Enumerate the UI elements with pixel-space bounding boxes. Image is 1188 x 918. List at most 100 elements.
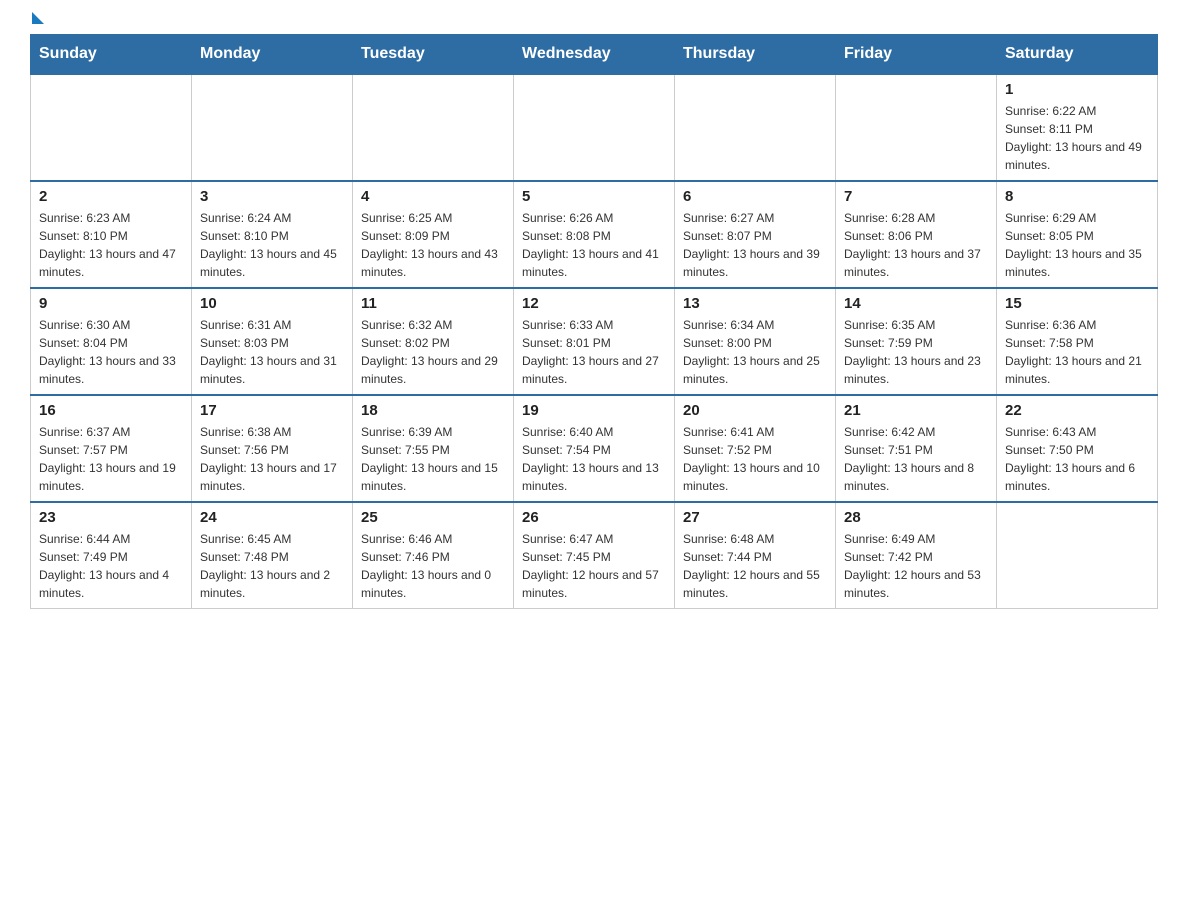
table-row: 2Sunrise: 6:23 AMSunset: 8:10 PMDaylight… [31, 181, 192, 288]
day-number: 4 [361, 188, 505, 205]
col-thursday: Thursday [675, 35, 836, 75]
table-row: 14 Sunrise: 6:35 AMSunset: 7:59 PMDayligh… [836, 288, 997, 395]
day-info: Sunrise: 6:34 AMSunset: 8:00 PMDaylight:… [683, 316, 827, 388]
table-row: 10Sunrise: 6:31 AMSunset: 8:03 PMDayligh… [192, 288, 353, 395]
calendar-header: Sunday Monday Tuesday Wednesday Thursday… [31, 35, 1158, 75]
table-row: 19 Sunrise: 6:40 AMSunset: 7:54 PMDayligh… [514, 395, 675, 502]
day-info: Sunrise: 6:37 AMSunset: 7:57 PMDaylight:… [39, 423, 183, 495]
day-info: Sunrise: 6:45 AMSunset: 7:48 PMDaylight:… [200, 530, 344, 602]
day-number: 7 [844, 188, 988, 205]
day-info: Sunrise: 6:44 AMSunset: 7:49 PMDaylight:… [39, 530, 183, 602]
calendar-table: Sunday Monday Tuesday Wednesday Thursday… [30, 34, 1158, 609]
day-info: Sunrise: 6:24 AMSunset: 8:10 PMDaylight:… [200, 209, 344, 281]
table-row: 27 Sunrise: 6:48 AMSunset: 7:44 PMDayligh… [675, 502, 836, 609]
table-row: 22 Sunrise: 6:43 AMSunset: 7:50 PMDayligh… [997, 395, 1158, 502]
table-row: 26 Sunrise: 6:47 AMSunset: 7:45 PMDayligh… [514, 502, 675, 609]
day-number: 12 [522, 295, 666, 312]
day-number: 5 [522, 188, 666, 205]
table-row: 4 Sunrise: 6:25 AMSunset: 8:09 PMDaylight… [353, 181, 514, 288]
day-number: 21 [844, 402, 988, 419]
day-info: Sunrise: 6:31 AMSunset: 8:03 PMDaylight:… [200, 316, 344, 388]
day-info: Sunrise: 6:48 AMSunset: 7:44 PMDaylight:… [683, 530, 827, 602]
col-sunday: Sunday [31, 35, 192, 75]
table-row: 28 Sunrise: 6:49 AMSunset: 7:42 PMDayligh… [836, 502, 997, 609]
table-row: 18 Sunrise: 6:39 AMSunset: 7:55 PMDayligh… [353, 395, 514, 502]
day-number: 13 [683, 295, 827, 312]
day-info: Sunrise: 6:22 AMSunset: 8:11 PMDaylight:… [1005, 102, 1149, 174]
table-row: 3 Sunrise: 6:24 AMSunset: 8:10 PMDaylight… [192, 181, 353, 288]
table-row [353, 74, 514, 181]
day-info: Sunrise: 6:40 AMSunset: 7:54 PMDaylight:… [522, 423, 666, 495]
calendar-week-row: 1 Sunrise: 6:22 AMSunset: 8:11 PMDaylight… [31, 74, 1158, 181]
day-number: 26 [522, 509, 666, 526]
calendar-week-row: 23 Sunrise: 6:44 AMSunset: 7:49 PMDayligh… [31, 502, 1158, 609]
table-row: 12 Sunrise: 6:33 AMSunset: 8:01 PMDayligh… [514, 288, 675, 395]
day-number: 1 [1005, 81, 1149, 98]
day-number: 14 [844, 295, 988, 312]
table-row [836, 74, 997, 181]
table-row [514, 74, 675, 181]
table-row: 7 Sunrise: 6:28 AMSunset: 8:06 PMDaylight… [836, 181, 997, 288]
day-info: Sunrise: 6:49 AMSunset: 7:42 PMDaylight:… [844, 530, 988, 602]
table-row: 5 Sunrise: 6:26 AMSunset: 8:08 PMDaylight… [514, 181, 675, 288]
day-number: 11 [361, 295, 505, 312]
table-row [675, 74, 836, 181]
calendar-week-row: 16 Sunrise: 6:37 AMSunset: 7:57 PMDayligh… [31, 395, 1158, 502]
table-row: 6 Sunrise: 6:27 AMSunset: 8:07 PMDaylight… [675, 181, 836, 288]
day-info: Sunrise: 6:36 AMSunset: 7:58 PMDaylight:… [1005, 316, 1149, 388]
table-row [192, 74, 353, 181]
table-row: 25 Sunrise: 6:46 AMSunset: 7:46 PMDayligh… [353, 502, 514, 609]
day-number: 19 [522, 402, 666, 419]
day-info: Sunrise: 6:33 AMSunset: 8:01 PMDaylight:… [522, 316, 666, 388]
col-monday: Monday [192, 35, 353, 75]
day-info: Sunrise: 6:27 AMSunset: 8:07 PMDaylight:… [683, 209, 827, 281]
table-row: 11Sunrise: 6:32 AMSunset: 8:02 PMDayligh… [353, 288, 514, 395]
day-number: 15 [1005, 295, 1149, 312]
col-wednesday: Wednesday [514, 35, 675, 75]
day-number: 16 [39, 402, 183, 419]
day-info: Sunrise: 6:29 AMSunset: 8:05 PMDaylight:… [1005, 209, 1149, 281]
day-info: Sunrise: 6:46 AMSunset: 7:46 PMDaylight:… [361, 530, 505, 602]
col-saturday: Saturday [997, 35, 1158, 75]
days-of-week-row: Sunday Monday Tuesday Wednesday Thursday… [31, 35, 1158, 75]
col-friday: Friday [836, 35, 997, 75]
logo [30, 20, 44, 24]
day-info: Sunrise: 6:25 AMSunset: 8:09 PMDaylight:… [361, 209, 505, 281]
day-number: 23 [39, 509, 183, 526]
day-number: 28 [844, 509, 988, 526]
day-number: 6 [683, 188, 827, 205]
day-info: Sunrise: 6:43 AMSunset: 7:50 PMDaylight:… [1005, 423, 1149, 495]
day-number: 3 [200, 188, 344, 205]
day-info: Sunrise: 6:38 AMSunset: 7:56 PMDaylight:… [200, 423, 344, 495]
day-number: 25 [361, 509, 505, 526]
col-tuesday: Tuesday [353, 35, 514, 75]
table-row: 1 Sunrise: 6:22 AMSunset: 8:11 PMDaylight… [997, 74, 1158, 181]
table-row: 24Sunrise: 6:45 AMSunset: 7:48 PMDayligh… [192, 502, 353, 609]
table-row: 23 Sunrise: 6:44 AMSunset: 7:49 PMDayligh… [31, 502, 192, 609]
day-info: Sunrise: 6:41 AMSunset: 7:52 PMDaylight:… [683, 423, 827, 495]
day-info: Sunrise: 6:35 AMSunset: 7:59 PMDaylight:… [844, 316, 988, 388]
table-row: 8Sunrise: 6:29 AMSunset: 8:05 PMDaylight… [997, 181, 1158, 288]
table-row: 17Sunrise: 6:38 AMSunset: 7:56 PMDayligh… [192, 395, 353, 502]
calendar-week-row: 2Sunrise: 6:23 AMSunset: 8:10 PMDaylight… [31, 181, 1158, 288]
day-number: 22 [1005, 402, 1149, 419]
day-info: Sunrise: 6:39 AMSunset: 7:55 PMDaylight:… [361, 423, 505, 495]
table-row: 21Sunrise: 6:42 AMSunset: 7:51 PMDayligh… [836, 395, 997, 502]
table-row: 15 Sunrise: 6:36 AMSunset: 7:58 PMDayligh… [997, 288, 1158, 395]
day-number: 2 [39, 188, 183, 205]
day-number: 18 [361, 402, 505, 419]
day-info: Sunrise: 6:30 AMSunset: 8:04 PMDaylight:… [39, 316, 183, 388]
day-info: Sunrise: 6:26 AMSunset: 8:08 PMDaylight:… [522, 209, 666, 281]
table-row: 13 Sunrise: 6:34 AMSunset: 8:00 PMDayligh… [675, 288, 836, 395]
calendar-body: 1 Sunrise: 6:22 AMSunset: 8:11 PMDaylight… [31, 74, 1158, 609]
logo-triangle-icon [32, 12, 44, 24]
day-number: 27 [683, 509, 827, 526]
table-row [31, 74, 192, 181]
day-number: 9 [39, 295, 183, 312]
day-number: 20 [683, 402, 827, 419]
table-row [997, 502, 1158, 609]
table-row: 9 Sunrise: 6:30 AMSunset: 8:04 PMDaylight… [31, 288, 192, 395]
day-info: Sunrise: 6:47 AMSunset: 7:45 PMDaylight:… [522, 530, 666, 602]
day-info: Sunrise: 6:28 AMSunset: 8:06 PMDaylight:… [844, 209, 988, 281]
page-header [30, 20, 1158, 24]
